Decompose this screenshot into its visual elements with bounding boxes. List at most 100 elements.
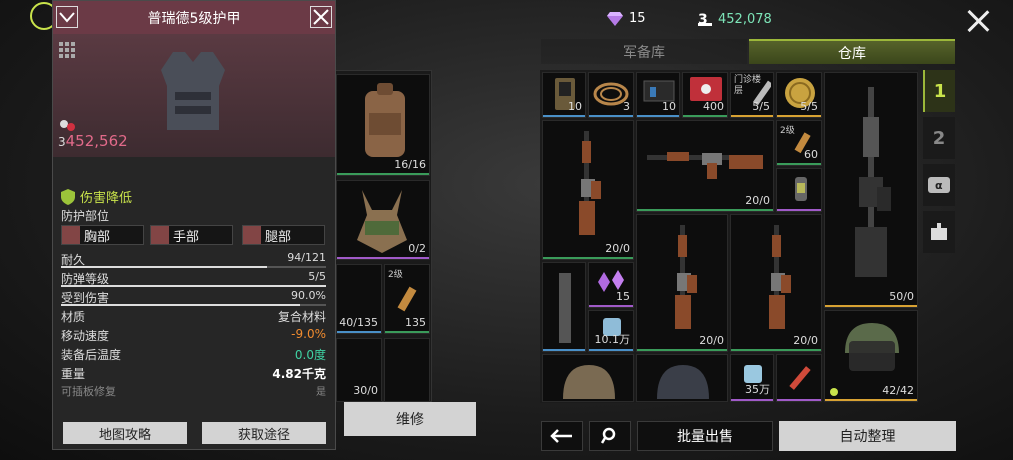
loadout-slot-d[interactable] [384, 338, 430, 402]
search-icon [601, 427, 616, 444]
collapse-button[interactable] [56, 6, 78, 28]
dog-icon [357, 190, 407, 253]
durability-fill [61, 266, 267, 268]
tag-label: 伤害降低 [80, 191, 133, 206]
diamond-icon [607, 11, 623, 26]
map-guide-button[interactable]: 地图攻略 [63, 422, 187, 444]
close-icon [313, 9, 329, 25]
rarity-bar [337, 173, 429, 175]
chevron-down-icon [59, 12, 75, 23]
loadout-slot-c[interactable]: 30/0 [336, 338, 382, 402]
item-bandage[interactable]: 10.1万 [588, 310, 634, 352]
price-value: 452,562 [65, 132, 128, 150]
bulk-sell-button[interactable]: 批量出售 [637, 421, 773, 451]
item-ak-3[interactable]: 20/0 [730, 214, 822, 352]
protect-label: 防护部位 [61, 209, 110, 223]
item-title: 普瑞德5级护甲 [147, 10, 241, 27]
item-count: 42/42 [882, 384, 914, 397]
backpack-slot[interactable]: 16/16 [336, 74, 430, 176]
part-label: 腿部 [265, 229, 292, 245]
body-armor-icon [161, 52, 225, 130]
rarity-bar [637, 209, 773, 211]
tab-warehouse[interactable]: 仓库 [749, 39, 955, 64]
alpha-case-icon: α [928, 177, 950, 193]
auto-sort-button[interactable]: 自动整理 [779, 421, 956, 451]
stat-label: 移动速度 [61, 329, 110, 343]
repair-button[interactable]: 维修 [344, 402, 476, 436]
rarity-bar [731, 399, 773, 401]
item-count: 400 [703, 100, 724, 113]
loadout-slot-b[interactable]: 2级 135 [384, 264, 430, 334]
rifle-icon [647, 152, 763, 179]
rifle-icon [675, 225, 697, 329]
gem-count: 15 [629, 11, 646, 26]
storage-tab-medical[interactable] [923, 211, 955, 253]
storage-tab-2[interactable]: 2 [923, 117, 955, 159]
item-redbox[interactable]: 400 [682, 72, 728, 118]
rifle-icon [769, 225, 791, 329]
stat-plate-repair: 可插板修复 是 [61, 383, 326, 399]
slot-b-count: 135 [405, 316, 426, 329]
dog-slot[interactable]: 0/2 [336, 180, 430, 260]
scope-icon [795, 177, 807, 201]
price-tag-icon [60, 120, 75, 131]
item-rope[interactable]: 3 [588, 72, 634, 118]
stat-move-speed: 移动速度 -9.0% [61, 327, 326, 344]
item-scope[interactable] [776, 168, 822, 212]
item-ak-2[interactable]: 20/0 [636, 214, 728, 352]
obtain-source-button[interactable]: 获取途径 [202, 422, 326, 444]
item-tools[interactable]: 10 [636, 72, 680, 118]
item-crystals[interactable]: 15 [588, 262, 634, 308]
stat-value: 复合材料 [277, 310, 326, 324]
part-chest: 胸部 [61, 225, 144, 245]
item-akm-long[interactable]: 20/0 [636, 120, 774, 212]
item-detail-panel: 普瑞德5级护甲 3452,562 伤害降低 防护部位 胸部 手部 腿部 耐久 94… [52, 0, 336, 450]
close-panel-button[interactable] [310, 6, 332, 28]
rarity-bar [337, 331, 381, 333]
item-syringe[interactable] [776, 354, 822, 402]
money-currency: 3 452,078 [698, 11, 772, 27]
item-rail[interactable] [542, 262, 586, 352]
item-count: 10 [662, 100, 676, 113]
damage-fill [61, 304, 300, 306]
rarity-bar [589, 305, 633, 307]
back-arrow-button[interactable] [541, 421, 583, 451]
item-can[interactable]: 35万 [730, 354, 774, 402]
rarity-bar [825, 305, 917, 307]
slot-a-count: 40/135 [339, 316, 378, 329]
damage-reduce-tag: 伤害降低 [61, 187, 132, 206]
item-coin[interactable]: 5/5 [776, 72, 822, 118]
damage-bar [61, 304, 326, 306]
grid-size-icon [59, 42, 75, 58]
rarity-bar [589, 349, 633, 351]
search-button[interactable] [589, 421, 631, 451]
storage-tab-alpha[interactable]: α [923, 164, 955, 206]
item-clinic-key[interactable]: 门诊楼层 5/5 [730, 72, 774, 118]
rarity-bar [777, 209, 821, 211]
item-helmet-shield[interactable]: 42/42 [824, 310, 918, 402]
legs-icon [243, 226, 261, 244]
item-count: 5/5 [752, 100, 770, 113]
loadout-slot-a[interactable]: 40/135 [336, 264, 382, 334]
money-icon: 3 [698, 12, 712, 27]
item-helmet-tan[interactable] [542, 354, 634, 402]
item-preview: 3452,562 [53, 34, 335, 157]
item-rifle-big[interactable]: 50/0 [824, 72, 918, 308]
item-count: 20/0 [745, 194, 770, 207]
rarity-bar [543, 257, 633, 259]
helmet-icon [657, 365, 709, 399]
item-helmet-dark[interactable] [636, 354, 728, 402]
item-count: 50/0 [889, 290, 914, 303]
storage-tab-1[interactable]: 1 [923, 70, 955, 112]
item-card[interactable]: 10 [542, 72, 586, 118]
tab-armory[interactable]: 军备库 [541, 39, 747, 64]
item-count: 60 [804, 148, 818, 161]
stat-value: -9.0% [291, 327, 326, 341]
close-icon[interactable] [965, 8, 991, 34]
item-ak-1[interactable]: 20/0 [542, 120, 634, 260]
stat-label: 可插板修复 [61, 385, 116, 398]
item-ammo[interactable]: 2级 60 [776, 120, 822, 166]
armor-level-fill [61, 285, 326, 287]
rarity-bar [825, 399, 917, 401]
stat-label: 重量 [61, 367, 86, 381]
